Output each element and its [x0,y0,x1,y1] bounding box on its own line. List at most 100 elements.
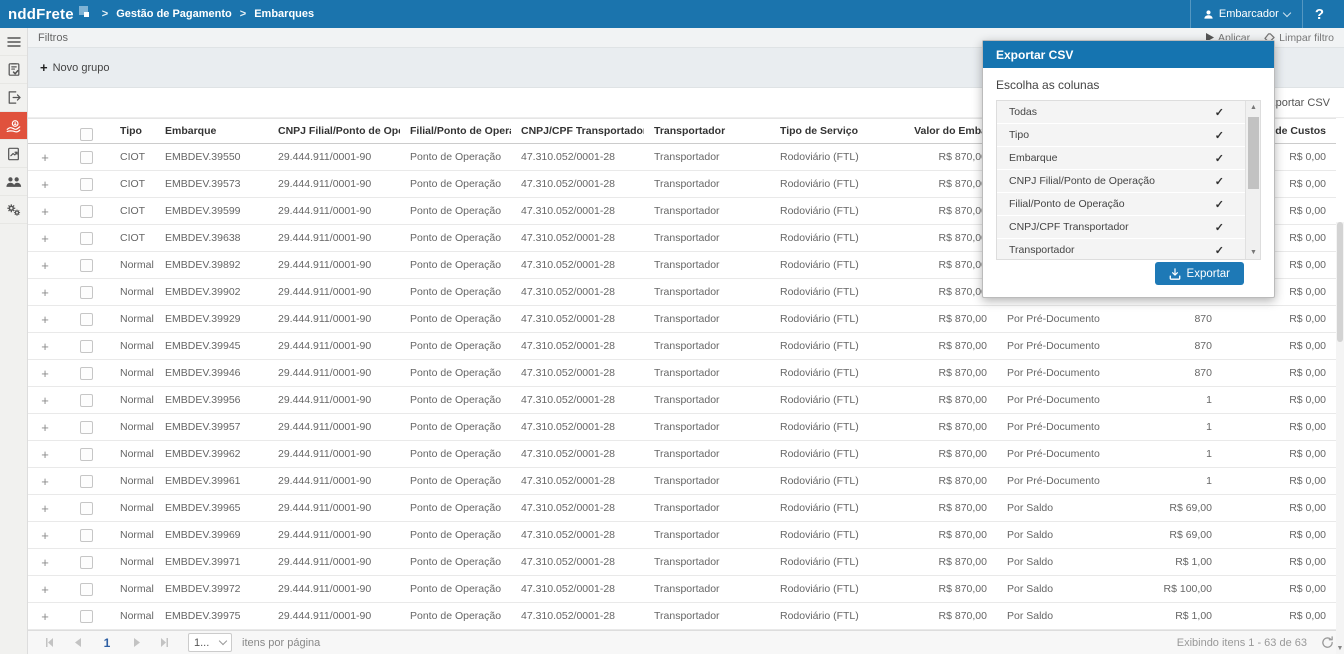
row-checkbox[interactable] [80,502,93,515]
header-tipo-servico[interactable]: Tipo de Serviço [770,125,890,137]
table-scrollbar[interactable]: ▼ [1336,222,1344,654]
row-checkbox[interactable] [80,448,93,461]
dialog-list-scrollbar[interactable]: ▲ ▼ [1245,101,1260,259]
dialog-scrollbar-thumb[interactable] [1248,117,1259,189]
previous-page-button[interactable] [68,634,86,652]
refresh-button[interactable] [1321,636,1334,649]
menu-toggle-button[interactable] [0,28,27,56]
column-option[interactable]: Todas✓ [997,101,1260,124]
cell-pagamento: Por Pré-Documento [997,421,1127,433]
row-checkbox[interactable] [80,205,93,218]
header-tipo[interactable]: Tipo [110,125,155,137]
cell-valor: R$ 870,00 [890,232,997,244]
header-cnpj-filial[interactable]: CNPJ Filial/Ponto de Operação [268,125,400,137]
last-page-button[interactable] [156,634,174,652]
row-expand-button[interactable]: + [28,420,62,435]
row-expand-button[interactable]: + [28,285,62,300]
row-checkbox[interactable] [80,286,93,299]
cell-embarque: EMBDEV.39573 [155,178,268,190]
row-expand-button[interactable]: + [28,447,62,462]
row-checkbox[interactable] [80,475,93,488]
row-checkbox[interactable] [80,610,93,623]
cell-cnpj_transportador: 47.310.052/0001-28 [511,421,644,433]
user-menu[interactable]: Embarcador [1190,0,1303,28]
row-expand-button[interactable]: + [28,609,62,624]
row-expand-button[interactable]: + [28,204,62,219]
sidebar-item-clipboard-check[interactable] [0,56,27,84]
row-checkbox-cell [62,205,110,218]
sidebar-item-settings[interactable] [0,196,27,224]
header-checkbox-cell [62,121,110,141]
cell-embarque: EMBDEV.39945 [155,340,268,352]
sidebar-item-report[interactable] [0,140,27,168]
scroll-down-arrow[interactable]: ▼ [1246,249,1261,256]
row-expand-button[interactable]: + [28,366,62,381]
sidebar-item-users[interactable] [0,168,27,196]
scrollbar-down-arrow[interactable]: ▼ [1336,645,1344,652]
column-option[interactable]: Filial/Ponto de Operação✓ [997,193,1260,216]
row-checkbox[interactable] [80,178,93,191]
row-expand-button[interactable]: + [28,555,62,570]
row-checkbox[interactable] [80,394,93,407]
table-scrollbar-thumb[interactable] [1337,222,1343,342]
cell-filial: Ponto de Operação [400,367,511,379]
row-checkbox[interactable] [80,340,93,353]
cell-quantidade: 870 [1127,313,1222,325]
first-page-button[interactable] [40,634,58,652]
cell-quantidade: 1 [1127,394,1222,406]
column-option[interactable]: Embarque✓ [997,147,1260,170]
column-option[interactable]: CNPJ Filial/Ponto de Operação✓ [997,170,1260,193]
cell-saldo: R$ 0,00 [1222,421,1336,433]
row-checkbox[interactable] [80,232,93,245]
cell-embarque: EMBDEV.39599 [155,205,268,217]
row-expand-button[interactable]: + [28,258,62,273]
row-checkbox[interactable] [80,529,93,542]
next-page-button[interactable] [128,634,146,652]
row-expand-button[interactable]: + [28,528,62,543]
table-row: +NormalEMBDEV.3996929.444.911/0001-90Pon… [28,522,1336,549]
cell-tipo: CIOT [110,205,155,217]
cell-transportador: Transportador [644,610,770,622]
row-expand-button[interactable]: + [28,150,62,165]
sidebar-item-export[interactable] [0,84,27,112]
header-embarque[interactable]: Embarque [155,125,268,137]
cell-pagamento: Por Pré-Documento [997,313,1127,325]
column-option[interactable]: Transportador✓ [997,239,1260,260]
page-size-select[interactable]: 1... [188,633,232,652]
row-checkbox[interactable] [80,367,93,380]
column-option[interactable]: Tipo✓ [997,124,1260,147]
row-expand-button[interactable]: + [28,393,62,408]
row-checkbox-cell [62,232,110,245]
row-expand-button[interactable]: + [28,231,62,246]
select-all-checkbox[interactable] [80,128,93,141]
row-checkbox[interactable] [80,151,93,164]
export-button[interactable]: Exportar [1155,262,1244,285]
cell-valor: R$ 870,00 [890,529,997,541]
header-cnpj-transportador[interactable]: CNPJ/CPF Transportador [511,125,644,137]
new-group-button[interactable]: + Novo grupo [40,60,109,75]
column-option[interactable]: CNPJ/CPF Transportador✓ [997,216,1260,239]
row-expand-button[interactable]: + [28,177,62,192]
row-checkbox[interactable] [80,556,93,569]
row-checkbox[interactable] [80,259,93,272]
row-checkbox[interactable] [80,313,93,326]
row-checkbox[interactable] [80,583,93,596]
breadcrumb-item-gestao[interactable]: Gestão de Pagamento [116,8,232,20]
row-expand-button[interactable]: + [28,474,62,489]
header-valor-embarque[interactable]: Valor do Emba [890,125,997,137]
row-expand-button[interactable]: + [28,582,62,597]
row-expand-button[interactable]: + [28,501,62,516]
help-button[interactable]: ? [1303,6,1336,23]
cell-pagamento: Por Saldo [997,583,1127,595]
row-checkbox[interactable] [80,421,93,434]
header-filial[interactable]: Filial/Ponto de Operação [400,125,511,137]
page-number-current[interactable]: 1 [96,636,118,650]
scroll-up-arrow[interactable]: ▲ [1246,104,1261,111]
sidebar-item-payment-active[interactable] [0,112,27,140]
cell-pagamento: Por Saldo [997,556,1127,568]
breadcrumb-item-embarques[interactable]: Embarques [254,8,314,20]
row-expand-button[interactable]: + [28,312,62,327]
header-transportador[interactable]: Transportador [644,125,770,137]
row-checkbox-cell [62,502,110,515]
row-expand-button[interactable]: + [28,339,62,354]
